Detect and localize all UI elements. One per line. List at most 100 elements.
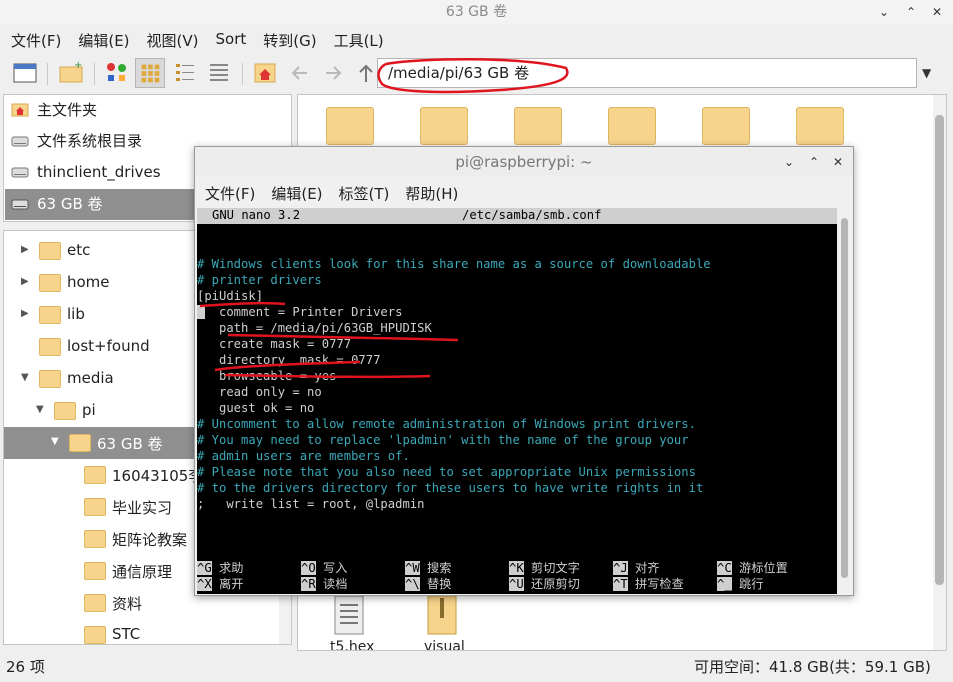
folder-icon	[39, 306, 61, 324]
shortcut-label: 剪切文字	[531, 561, 580, 575]
chevron-down-icon[interactable]: ▼	[21, 372, 29, 383]
editor-line: path = /media/pi/63GB_HPUDISK	[197, 321, 432, 335]
chevron-right-icon[interactable]: ▶	[21, 276, 29, 287]
menu-edit[interactable]: 编辑(E)	[67, 26, 135, 52]
tree-node-label: 毕业实习	[112, 499, 173, 517]
minimize-icon[interactable]: ⌄	[875, 3, 893, 21]
folder-icon	[39, 338, 61, 356]
shortcut-label: 拼写检查	[635, 577, 684, 591]
shortcut-key: ^\	[405, 577, 420, 591]
terminal-menu-edit[interactable]: 编辑(E)	[261, 179, 328, 207]
editor-line: directory mask = 0777	[197, 353, 381, 367]
close-icon[interactable]: ✕	[928, 3, 946, 21]
back-icon[interactable]	[285, 58, 315, 88]
terminal-menu-tabs[interactable]: 标签(T)	[329, 179, 396, 207]
editor-line: # Uncomment to allow remote administrati…	[197, 417, 696, 431]
tree-node-label: 矩阵论教案	[112, 531, 188, 549]
editor-line: # printer drivers	[197, 273, 322, 287]
terminal-menu-file[interactable]: 文件(F)	[195, 179, 261, 207]
editor-line: read only = no	[197, 385, 322, 399]
shortcut-key: ^U	[509, 577, 524, 591]
chevron-right-icon[interactable]: ▶	[21, 308, 29, 319]
address-bar[interactable]: /media/pi/63 GB 卷	[377, 58, 917, 88]
shortcut-label: 求助	[219, 561, 244, 575]
tree-node-label: home	[67, 273, 110, 291]
place-label: 主文件夹	[37, 101, 98, 119]
chevron-down-icon[interactable]: ▼	[922, 66, 931, 80]
maximize-icon[interactable]: ⌃	[805, 153, 823, 171]
shortcut-key: ^O	[301, 561, 316, 575]
compact-view-icon[interactable]	[170, 58, 200, 88]
place-label: 文件系统根目录	[37, 132, 143, 150]
detailed-list-view-icon[interactable]	[204, 58, 234, 88]
drive-icon	[11, 136, 29, 147]
thumbnail-view-icon[interactable]	[102, 58, 132, 88]
menu-tools[interactable]: 工具(L)	[323, 26, 390, 52]
new-window-icon[interactable]	[10, 58, 40, 88]
folder-icon	[54, 402, 76, 420]
menu-view[interactable]: 视图(V)	[136, 26, 205, 52]
item-count: 26 项	[6, 658, 45, 676]
menu-file[interactable]: 文件(F)	[0, 26, 67, 52]
drive-icon	[11, 199, 29, 210]
maximize-icon[interactable]: ⌃	[902, 3, 920, 21]
shortcut-label: 对齐	[635, 561, 660, 575]
chevron-down-icon[interactable]: ▼	[51, 436, 59, 447]
terminal-window: pi@raspberrypi: ~ ⌄ ⌃ ✕ 文件(F) 编辑(E) 标签(T…	[194, 146, 854, 596]
tree-node-label: 63 GB 卷	[97, 435, 163, 453]
shortcut-label: 替换	[427, 577, 452, 591]
shortcut-label: 还原剪切	[531, 577, 580, 591]
scrollbar-thumb[interactable]	[841, 218, 848, 578]
text-file-icon[interactable]	[333, 595, 365, 635]
window-title: 63 GB 卷	[0, 0, 953, 24]
shortcut-label: 写入	[323, 561, 348, 575]
folder-icon[interactable]	[608, 107, 656, 145]
icon-view-icon[interactable]	[135, 58, 165, 88]
forward-icon[interactable]	[318, 58, 348, 88]
chevron-down-icon[interactable]: ▼	[36, 404, 44, 415]
shortcut-key: ^_	[717, 577, 732, 591]
chevron-right-icon[interactable]: ▶	[21, 244, 29, 255]
folder-icon[interactable]	[326, 107, 374, 145]
folder-icon[interactable]	[514, 107, 562, 145]
svg-text:+: +	[74, 60, 82, 71]
folder-icon[interactable]	[420, 107, 468, 145]
folder-icon	[69, 434, 91, 452]
editor-line: # admin users are members of.	[197, 449, 410, 463]
editor-line: # to the drivers directory for these use…	[197, 481, 704, 495]
editor-line: create mask = 0777	[197, 337, 352, 351]
editor-line: # Please note that you also need to set …	[197, 465, 696, 479]
shortcut-label: 读档	[323, 577, 348, 591]
shortcut-label: 游标位置	[739, 561, 788, 575]
folder-icon	[39, 242, 61, 260]
place-home[interactable]: 主文件夹	[5, 95, 291, 126]
terminal-menu-help[interactable]: 帮助(H)	[395, 179, 464, 207]
editor-line: comment = Printer Drivers	[197, 305, 403, 319]
menu-go[interactable]: 转到(G)	[252, 26, 322, 52]
minimize-icon[interactable]: ⌄	[780, 153, 798, 171]
new-tab-icon[interactable]: +	[56, 58, 86, 88]
archive-file-icon[interactable]	[426, 595, 458, 635]
folder-icon	[39, 370, 61, 388]
terminal-title: pi@raspberrypi: ~	[195, 147, 853, 177]
tree-node-stc[interactable]: STC	[4, 619, 291, 644]
nano-file-path: /etc/samba/smb.conf	[462, 208, 602, 222]
home-icon[interactable]	[250, 58, 280, 88]
file-view-scrollbar[interactable]	[933, 95, 946, 650]
close-icon[interactable]: ✕	[829, 153, 847, 171]
shortcut-label: 跳行	[739, 577, 764, 591]
folder-icon	[84, 498, 106, 516]
folder-icon[interactable]	[796, 107, 844, 145]
tree-node-label: STC	[112, 625, 141, 643]
shortcut-key: ^C	[717, 561, 732, 575]
terminal-scrollbar[interactable]	[838, 208, 851, 594]
scrollbar-thumb[interactable]	[935, 115, 944, 585]
menu-sort[interactable]: Sort	[205, 26, 253, 52]
file-label: t5.hex	[330, 639, 375, 651]
folder-icon[interactable]	[702, 107, 750, 145]
shortcut-key: ^J	[613, 561, 628, 575]
shortcut-label: 搜索	[427, 561, 452, 575]
nano-editor[interactable]: GNU nano 3.2 /etc/samba/smb.conf # Windo…	[197, 208, 837, 594]
shortcut-key: ^R	[301, 577, 316, 591]
place-label: thinclient_drives	[37, 163, 161, 181]
